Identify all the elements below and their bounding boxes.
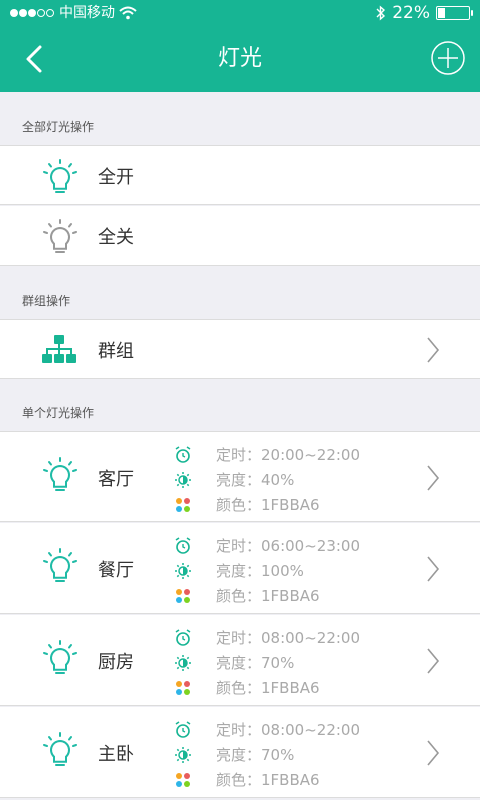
color-line: 颜色：1FBBA6: [174, 492, 360, 517]
brightness-text: 亮度：70%: [216, 654, 295, 672]
brightness-line: 亮度：40%: [174, 467, 360, 492]
timer-line: 定时：20:00~22:00: [174, 442, 360, 467]
bulb-on-icon: [43, 159, 77, 193]
status-bar: 中国移动 22%: [0, 0, 480, 26]
color-palette-icon: [176, 772, 190, 787]
brightness-icon: [175, 471, 191, 488]
color-line: 颜色：1FBBA6: [174, 583, 360, 608]
room-info: 定时：08:00~22:00 亮度：70% 颜色：1FBBA6: [174, 625, 360, 700]
timer-line: 定时：06:00~23:00: [174, 533, 360, 558]
bluetooth-icon: [376, 5, 386, 21]
alarm-clock-icon: [175, 536, 191, 554]
bulb-on-icon: [43, 732, 77, 766]
status-right: 22%: [376, 0, 473, 26]
chevron-right-icon: [427, 740, 440, 766]
back-button[interactable]: [20, 42, 50, 76]
all-off-row[interactable]: 全关: [0, 206, 480, 266]
alarm-clock-icon: [175, 445, 191, 463]
timer-line: 定时：08:00~22:00: [174, 717, 360, 742]
color-text: 颜色：1FBBA6: [216, 587, 320, 605]
battery-percent: 22%: [392, 3, 430, 23]
color-palette-icon: [176, 588, 190, 603]
bulb-on-icon: [43, 457, 77, 491]
bulb-on-icon: [43, 548, 77, 582]
section-header-all: 全部灯光操作: [22, 120, 95, 134]
room-name: 客厅: [98, 469, 134, 490]
color-palette-icon: [176, 680, 190, 695]
room-info: 定时：08:00~22:00 亮度：70% 颜色：1FBBA6: [174, 717, 360, 792]
timer-text: 定时：08:00~22:00: [216, 721, 361, 739]
wifi-icon: [119, 6, 137, 20]
room-row[interactable]: 客厅 定时：20:00~22:00 亮度：40% 颜色：1FBBA6: [0, 431, 480, 522]
chevron-right-icon: [427, 337, 440, 363]
brightness-line: 亮度：70%: [174, 650, 360, 675]
add-button[interactable]: [430, 40, 466, 76]
all-on-label: 全开: [98, 167, 134, 188]
brightness-line: 亮度：70%: [174, 742, 360, 767]
timer-text: 定时：06:00~23:00: [216, 537, 361, 555]
page-title: 灯光: [217, 46, 262, 71]
app-header: 中国移动 22% 灯光: [0, 0, 480, 92]
brightness-text: 亮度：70%: [216, 746, 295, 764]
room-info: 定时：20:00~22:00 亮度：40% 颜色：1FBBA6: [174, 442, 360, 517]
group-tree-icon: [42, 335, 76, 363]
brightness-icon: [175, 654, 191, 671]
chevron-right-icon: [427, 648, 440, 674]
group-label: 群组: [98, 341, 134, 362]
room-name: 餐厅: [98, 560, 134, 581]
color-text: 颜色：1FBBA6: [216, 496, 320, 514]
brightness-icon: [175, 746, 191, 763]
room-name: 主卧: [98, 744, 134, 765]
color-palette-icon: [176, 497, 190, 512]
timer-text: 定时：20:00~22:00: [216, 446, 361, 464]
section-header-group: 群组操作: [22, 294, 71, 308]
chevron-right-icon: [427, 465, 440, 491]
status-left: 中国移动: [10, 0, 137, 26]
carrier-name: 中国移动: [59, 5, 115, 21]
brightness-text: 亮度：100%: [216, 562, 304, 580]
color-text: 颜色：1FBBA6: [216, 679, 320, 697]
all-off-label: 全关: [98, 227, 134, 248]
brightness-line: 亮度：100%: [174, 558, 360, 583]
group-row[interactable]: 群组: [0, 319, 480, 379]
bulb-on-icon: [43, 640, 77, 674]
brightness-icon: [175, 562, 191, 579]
brightness-text: 亮度：40%: [216, 471, 295, 489]
all-on-row[interactable]: 全开: [0, 145, 480, 205]
color-text: 颜色：1FBBA6: [216, 771, 320, 789]
color-line: 颜色：1FBBA6: [174, 675, 360, 700]
chevron-right-icon: [427, 556, 440, 582]
room-name: 厨房: [98, 652, 134, 673]
room-row[interactable]: 主卧 定时：08:00~22:00 亮度：70% 颜色：1FBBA6: [0, 707, 480, 798]
timer-line: 定时：08:00~22:00: [174, 625, 360, 650]
alarm-clock-icon: [175, 628, 191, 646]
bulb-off-icon: [43, 219, 77, 253]
room-info: 定时：06:00~23:00 亮度：100% 颜色：1FBBA6: [174, 533, 360, 608]
section-header-single: 单个灯光操作: [22, 406, 95, 420]
color-line: 颜色：1FBBA6: [174, 767, 360, 792]
signal-strength-icon: [10, 9, 55, 17]
room-row[interactable]: 厨房 定时：08:00~22:00 亮度：70% 颜色：1FBBA6: [0, 615, 480, 706]
room-row[interactable]: 餐厅 定时：06:00~23:00 亮度：100% 颜色：1FBBA6: [0, 523, 480, 614]
battery-icon: [436, 6, 473, 20]
timer-text: 定时：08:00~22:00: [216, 629, 361, 647]
alarm-clock-icon: [175, 720, 191, 738]
